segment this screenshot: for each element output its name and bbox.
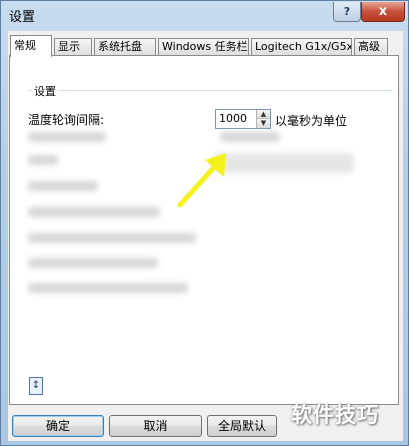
settings-group-title: 设置	[32, 83, 58, 99]
tab-windows-taskbar[interactable]: Windows 任务栏	[158, 38, 249, 56]
blurred-row	[28, 283, 188, 293]
tab-strip: 常规 显示 系统托盘 Windows 任务栏 Logitech G1x/G5xx…	[8, 35, 403, 57]
global-default-button[interactable]: 全局默认	[207, 415, 277, 437]
tab-system-tray[interactable]: 系统托盘	[94, 38, 156, 56]
help-button[interactable]: ?	[333, 2, 361, 22]
general-tab-page	[9, 55, 399, 405]
watermark: 软件技巧	[291, 403, 379, 427]
blurred-row	[28, 233, 196, 243]
dialog-client-area: 常规 显示 系统托盘 Windows 任务栏 Logitech G1x/G5xx…	[8, 31, 403, 441]
tab-advanced[interactable]: 高级	[354, 38, 388, 56]
cancel-button[interactable]: 取消	[109, 415, 202, 437]
title-bar[interactable]: 设置 ? x	[1, 1, 408, 29]
blurred-row	[28, 132, 106, 142]
caret-up-icon: ▲	[260, 110, 267, 118]
settings-dialog: 设置 ? x 常规 显示 系统托盘 Windows 任务栏 Logitech G…	[0, 0, 409, 446]
poll-interval-unit: 以毫秒为单位	[275, 114, 348, 128]
blurred-row	[28, 258, 158, 268]
ok-button[interactable]: 确定	[12, 415, 104, 437]
group-divider	[28, 90, 393, 91]
tab-general[interactable]: 常规	[10, 35, 52, 57]
tab-logitech[interactable]: Logitech G1x/G5xx	[251, 38, 352, 56]
close-icon: x	[378, 4, 388, 19]
help-icon: ?	[343, 5, 351, 18]
blurred-row	[220, 132, 280, 142]
poll-interval-input[interactable]	[216, 110, 256, 128]
blurred-row	[28, 207, 160, 217]
spinner-down-button[interactable]: ▼	[256, 119, 270, 128]
blurred-row	[28, 155, 58, 165]
poll-interval-spinner: ▲ ▼	[215, 109, 271, 129]
caret-down-icon: ▼	[260, 119, 267, 127]
poll-interval-label: 温度轮询间隔:	[28, 113, 105, 127]
close-button[interactable]: x	[361, 2, 405, 22]
tab-display[interactable]: 显示	[54, 38, 92, 56]
yellow-arrow-annotation	[177, 153, 226, 208]
window-title: 设置	[9, 10, 36, 25]
resize-arrows-icon[interactable]: ↕	[29, 377, 43, 395]
spinner-up-button[interactable]: ▲	[256, 110, 270, 119]
blurred-row	[28, 181, 98, 191]
